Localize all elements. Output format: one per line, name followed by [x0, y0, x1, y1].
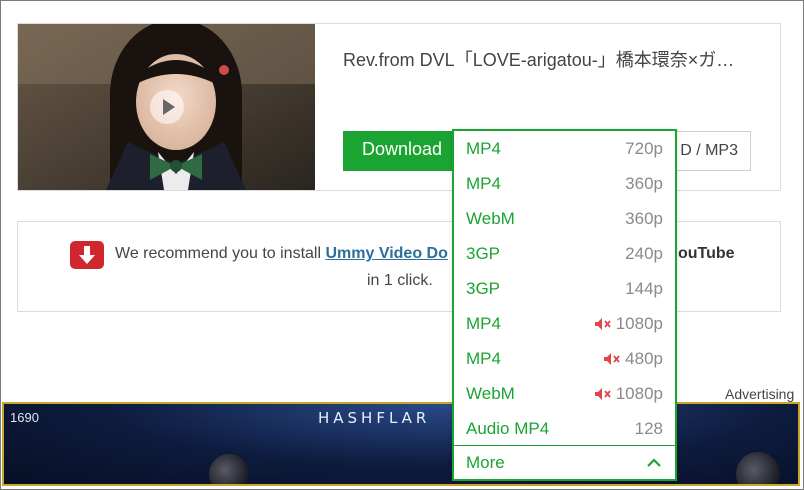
download-button[interactable]: Download [343, 131, 461, 171]
format-type: MP4 [466, 173, 501, 193]
ad-banner[interactable]: 1690 HASHFLAR [2, 402, 800, 486]
more-button[interactable]: More [454, 445, 675, 479]
format-quality: 1080p [615, 383, 663, 403]
format-item[interactable]: WebM 1080p [454, 376, 675, 411]
format-type: MP4 [466, 313, 501, 333]
format-quality: 1080p [615, 313, 663, 333]
format-dropdown: MP4 720p MP4 360p WebM 360p 3GP 240p 3GP… [452, 129, 677, 481]
format-item[interactable]: 3GP 144p [454, 271, 675, 306]
format-quality: 720p [625, 138, 663, 158]
format-type: MP4 [466, 348, 501, 368]
format-quality: 360p [625, 208, 663, 228]
muted-speaker-icon [603, 352, 621, 366]
recommend-tail: ouTube [678, 245, 735, 262]
format-type: 3GP [466, 243, 501, 263]
muted-speaker-icon [594, 317, 612, 331]
ad-planet-left [209, 454, 249, 484]
format-item[interactable]: WebM 360p [454, 201, 675, 236]
play-icon[interactable] [149, 89, 185, 125]
recommend-prefix: We recommend you to install [115, 245, 326, 262]
format-item[interactable]: MP4 720p [454, 131, 675, 166]
advertising-label: Advertising [725, 386, 795, 402]
format-item[interactable]: MP4 480p [454, 341, 675, 376]
format-quality: 128 [634, 418, 663, 438]
format-type: MP4 [466, 138, 501, 158]
format-item[interactable]: MP4 360p [454, 166, 675, 201]
format-quality: 480p [625, 348, 663, 368]
recommend-line2: in 1 click. [367, 272, 433, 289]
format-item[interactable]: 3GP 240p [454, 236, 675, 271]
format-type: WebM [466, 383, 515, 403]
video-thumbnail[interactable] [18, 24, 315, 190]
format-type: Audio MP4 [466, 418, 550, 438]
more-label: More [466, 452, 505, 472]
ad-planet-right [736, 452, 780, 484]
ummy-link[interactable]: Ummy Video Do [325, 245, 447, 262]
ad-number: 1690 [10, 410, 39, 425]
format-quality: 240p [625, 243, 663, 263]
muted-speaker-icon [594, 387, 612, 401]
video-title: Rev.from DVL「LOVE-arigatou-」橋本環奈×ガ… [343, 50, 735, 70]
format-quality: 360p [625, 173, 663, 193]
format-item[interactable]: MP4 1080p [454, 306, 675, 341]
recommend-text: We recommend you to install Ummy Video D… [115, 245, 448, 263]
chevron-up-icon [647, 457, 661, 468]
ad-brand: HASHFLAR [318, 409, 431, 427]
format-item[interactable]: Audio MP4 128 [454, 411, 675, 446]
format-type: 3GP [466, 278, 501, 298]
format-quality: 144p [625, 278, 663, 298]
download-arrow-icon [70, 241, 104, 269]
format-type: WebM [466, 208, 515, 228]
